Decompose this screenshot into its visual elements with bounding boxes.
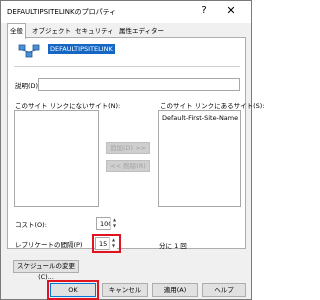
replication-label: レプリケートの間隔(P) bbox=[15, 241, 83, 249]
not-in-link-list[interactable] bbox=[14, 110, 99, 207]
add-button[interactable]: 追加(D) >> bbox=[106, 142, 150, 154]
spin-down-icon[interactable]: ▼ bbox=[111, 223, 118, 229]
in-link-label: このサイト リンクにあるサイト(S): bbox=[160, 102, 265, 110]
description-input[interactable] bbox=[38, 78, 240, 91]
site-link-name[interactable]: DEFAULTIPSITELINK bbox=[48, 44, 115, 54]
general-panel: DEFAULTIPSITELINK 説明(D): このサイト リンクにないサイト… bbox=[7, 37, 264, 249]
cancel-button[interactable]: キャンセル bbox=[102, 283, 148, 297]
description-label: 説明(D): bbox=[15, 82, 41, 90]
cost-label: コスト(O): bbox=[15, 221, 47, 229]
list-item[interactable]: Default-First-Site-Name bbox=[162, 114, 238, 122]
change-schedule-button[interactable]: スケジュールの変更(C)... bbox=[13, 260, 79, 281]
remove-button[interactable]: << 削除(R) bbox=[106, 160, 150, 172]
replication-highlight bbox=[92, 234, 121, 253]
help-icon[interactable]: ? bbox=[197, 4, 211, 18]
tab-general[interactable]: 全般 bbox=[7, 23, 26, 39]
apply-button[interactable]: 適用(A) bbox=[152, 283, 198, 297]
properties-dialog: DEFAULTIPSITELINKのプロパティ ? ✕ 全般 オブジェクト セキ… bbox=[0, 0, 264, 300]
replication-unit: 分に 1 回 bbox=[159, 242, 187, 250]
cost-spinner[interactable]: ▲ ▼ bbox=[110, 217, 118, 230]
not-in-link-label: このサイト リンクにないサイト(N): bbox=[15, 102, 121, 110]
help-button[interactable]: ヘルプ bbox=[202, 283, 246, 297]
tab-strip: 全般 オブジェクト セキュリティ 属性エディター bbox=[7, 23, 247, 39]
site-link-icon bbox=[18, 44, 40, 58]
divider bbox=[14, 66, 240, 67]
title-bar: DEFAULTIPSITELINKのプロパティ ? ✕ bbox=[1, 1, 251, 23]
close-icon[interactable]: ✕ bbox=[223, 4, 239, 18]
in-link-list[interactable]: Default-First-Site-Name bbox=[158, 110, 241, 207]
window-title: DEFAULTIPSITELINKのプロパティ bbox=[7, 8, 117, 16]
ok-highlight bbox=[47, 280, 99, 300]
